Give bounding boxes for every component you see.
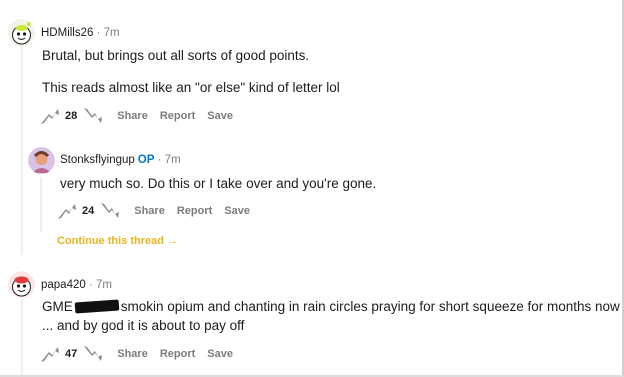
comment-text: Brutal, but brings out all sorts of good… <box>42 48 310 63</box>
save-button[interactable]: Save <box>207 348 233 360</box>
comment-actions: 24 Share Report Save <box>55 201 250 221</box>
comment-timestamp[interactable]: 7m <box>96 279 112 291</box>
avatar[interactable] <box>8 19 35 46</box>
vote-score: 24 <box>82 205 95 217</box>
share-button[interactable]: Share <box>117 348 148 360</box>
upvote-icon[interactable] <box>38 106 62 126</box>
thread-line[interactable] <box>40 177 42 232</box>
continue-thread-link[interactable]: Continue this thread → <box>57 235 178 247</box>
report-button[interactable]: Report <box>160 110 195 122</box>
comment-text: ... and by god it is about to pay off <box>42 318 245 333</box>
comment-text-segment: smokin opium and chanting in rain circle… <box>120 299 620 314</box>
share-button[interactable]: Share <box>117 110 148 122</box>
vote-score: 47 <box>65 348 78 360</box>
thread-line[interactable] <box>21 299 23 375</box>
avatar[interactable] <box>28 147 55 174</box>
upvote-icon[interactable] <box>38 344 62 364</box>
comment-meta: Stonksflyingup OP · 7m <box>60 154 181 166</box>
comment-meta: HDMills26 · 7m <box>41 27 120 39</box>
comment-text: very much so. Do this or I take over and… <box>60 176 377 191</box>
comment-actions: 28 Share Report Save <box>38 106 233 126</box>
username-link[interactable]: Stonksflyingup <box>60 154 135 166</box>
comment-text: This reads almost like an "or else" kind… <box>42 80 340 95</box>
save-button[interactable]: Save <box>207 110 233 122</box>
report-button[interactable]: Report <box>160 348 195 360</box>
meta-separator: · <box>88 279 93 291</box>
upvote-icon[interactable] <box>55 201 79 221</box>
redaction-mark <box>74 299 120 314</box>
share-button[interactable]: Share <box>134 205 165 217</box>
comment-text-segment: GME <box>42 299 73 314</box>
user-avatar-icon <box>28 147 55 174</box>
report-button[interactable]: Report <box>177 205 212 217</box>
username-link[interactable]: HDMills26 <box>41 27 93 39</box>
thread-line[interactable] <box>21 46 23 255</box>
downvote-icon[interactable] <box>98 201 122 221</box>
meta-separator: · <box>96 27 101 39</box>
snoo-avatar-icon <box>8 19 35 46</box>
meta-separator: · <box>157 154 162 166</box>
comment-actions: 47 Share Report Save <box>38 344 233 364</box>
comment-meta: papa420 · 7m <box>41 279 112 291</box>
vote-score: 28 <box>65 110 78 122</box>
op-badge: OP <box>137 154 155 166</box>
comment-timestamp[interactable]: 7m <box>104 27 120 39</box>
comment-text: GME smokin opium and chanting in rain cir… <box>42 299 620 314</box>
downvote-icon[interactable] <box>81 106 105 126</box>
save-button[interactable]: Save <box>224 205 250 217</box>
username-link[interactable]: papa420 <box>41 279 86 291</box>
avatar[interactable] <box>8 271 35 298</box>
comment-timestamp[interactable]: 7m <box>165 154 181 166</box>
downvote-icon[interactable] <box>81 344 105 364</box>
snoo-avatar-icon <box>8 271 35 298</box>
